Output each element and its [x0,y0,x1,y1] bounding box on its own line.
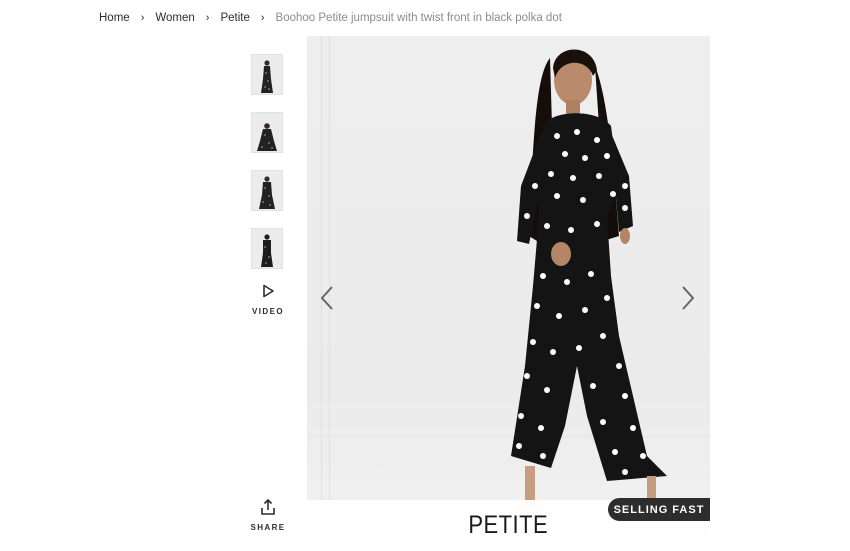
breadcrumb-separator: › [140,12,145,24]
thumbnail-list [251,54,283,286]
play-icon [263,284,274,298]
chevron-right-icon [682,286,695,310]
breadcrumb-separator: › [205,12,210,24]
petite-label: PETITE [468,511,549,539]
thumbnail-3[interactable] [251,170,283,211]
share-label: SHARE [250,523,286,532]
breadcrumb-women[interactable]: Women [155,12,194,24]
model-figure [511,49,667,520]
video-button[interactable]: VIDEO [251,284,285,316]
video-label: VIDEO [252,307,284,316]
chevron-left-icon [320,286,333,310]
share-icon [261,499,275,515]
main-product-image[interactable] [307,36,710,551]
thumbnail-1[interactable] [251,54,283,95]
breadcrumb-separator: › [260,12,265,24]
breadcrumb-current: Boohoo Petite jumpsuit with twist front … [275,12,562,24]
selling-fast-badge: SELLING FAST [608,498,710,521]
thumbnail-2[interactable] [251,112,283,153]
breadcrumb: Home › Women › Petite › Boohoo Petite ju… [99,10,562,26]
breadcrumb-home[interactable]: Home [99,12,130,24]
previous-image-button[interactable] [316,282,338,314]
breadcrumb-petite[interactable]: Petite [220,12,249,24]
thumbnail-4[interactable] [251,228,283,269]
next-image-button[interactable] [677,282,699,314]
share-button[interactable]: SHARE [250,498,286,532]
